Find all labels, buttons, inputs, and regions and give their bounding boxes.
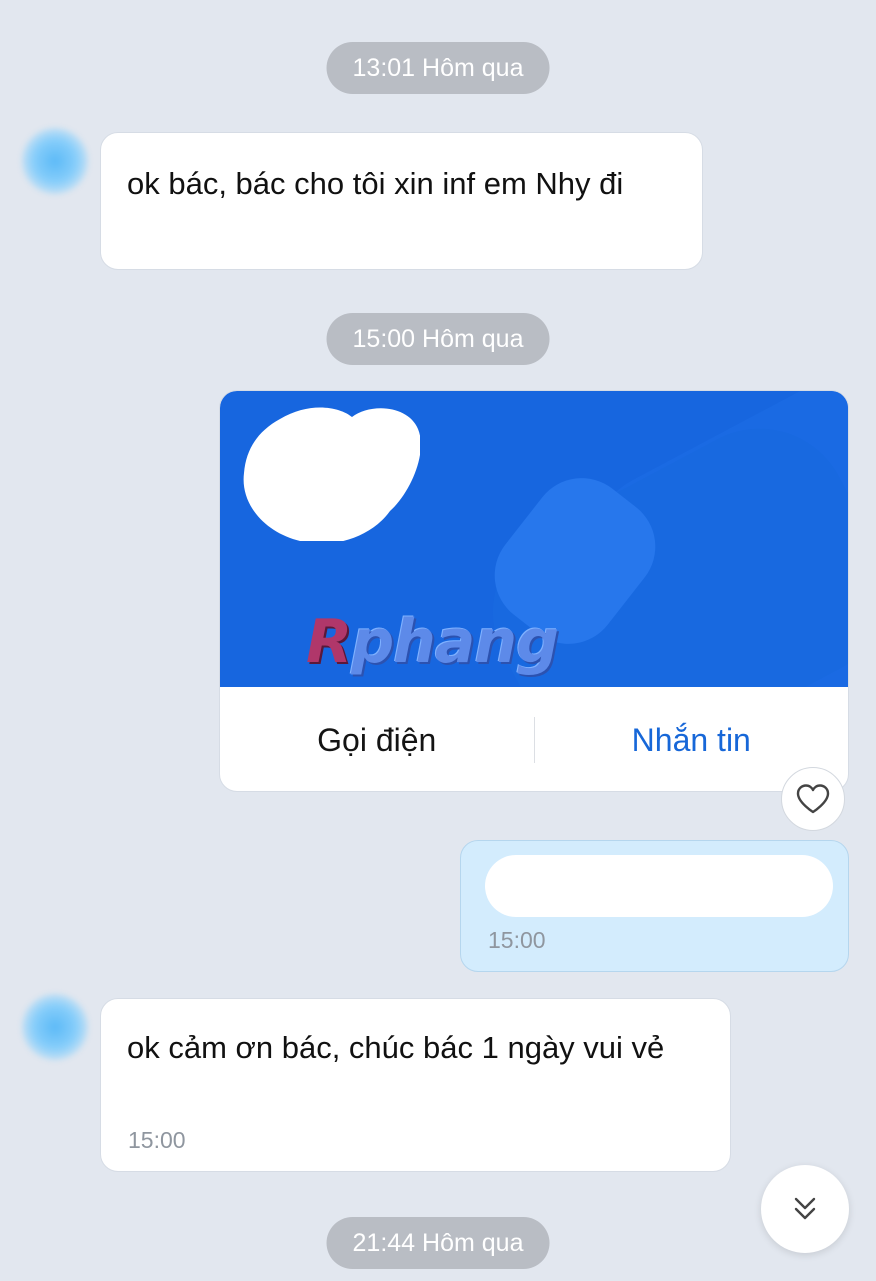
message-text: ok bác, bác cho tôi xin inf em Nhy đi (127, 166, 624, 201)
contact-card[interactable]: Rphang Gọi điện Nhắn tin (219, 390, 849, 792)
contact-card-banner: Rphang (220, 391, 848, 687)
message-button[interactable]: Nhắn tin (535, 722, 849, 759)
message-text: ok cảm ơn bác, chúc bác 1 ngày vui vẻ (127, 1030, 665, 1065)
call-button[interactable]: Gọi điện (220, 722, 534, 759)
contact-card-actions: Gọi điện Nhắn tin (220, 687, 849, 791)
message-time: 15:00 (128, 1127, 186, 1153)
timestamp-divider: 15:00 Hôm qua (326, 313, 550, 365)
heart-icon (796, 784, 830, 814)
scroll-to-bottom-button[interactable] (761, 1165, 849, 1253)
redacted-text (485, 855, 833, 917)
watermark-logo: Rphang (306, 607, 559, 677)
received-message-bubble[interactable]: ok cảm ơn bác, chúc bác 1 ngày vui vẻ 15… (100, 998, 731, 1172)
received-message-bubble[interactable]: ok bác, bác cho tôi xin inf em Nhy đi (100, 132, 703, 270)
message-time: 15:00 (488, 927, 546, 953)
avatar[interactable] (22, 128, 88, 194)
avatar[interactable] (22, 994, 88, 1060)
redacted-avatar (243, 407, 420, 541)
double-chevron-down-icon (794, 1197, 816, 1220)
timestamp-divider: 21:44 Hôm qua (326, 1217, 550, 1269)
timestamp-divider: 13:01 Hôm qua (326, 42, 550, 94)
sent-message-bubble[interactable]: 15:00 (460, 840, 849, 972)
reaction-button[interactable] (781, 767, 845, 831)
